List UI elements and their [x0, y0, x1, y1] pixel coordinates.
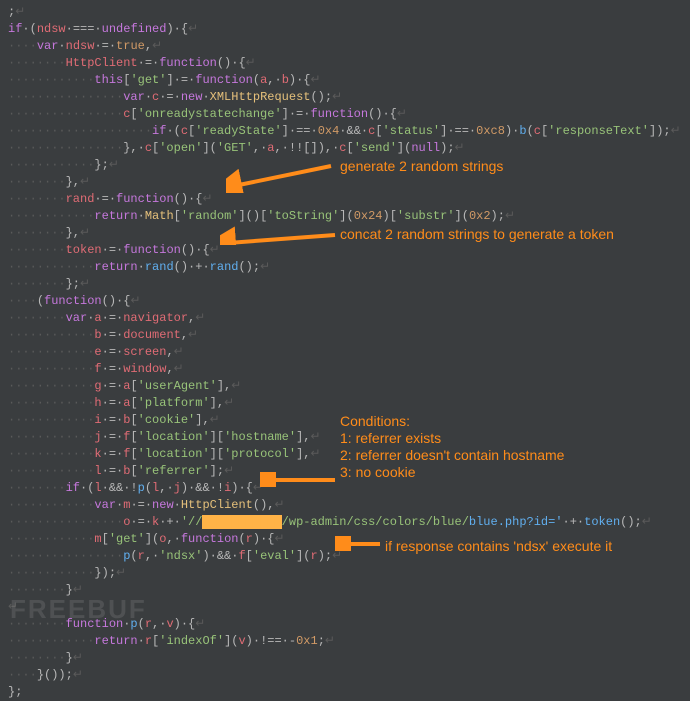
annotation-1: generate 2 random strings [340, 158, 503, 174]
annotation-2: concat 2 random strings to generate a to… [340, 226, 614, 242]
arrow-icon [226, 158, 336, 193]
watermark: FREEBUF [10, 594, 147, 625]
annotation-3: Conditions: 1: referrer exists 2: referr… [340, 413, 564, 481]
arrow-icon [220, 225, 338, 245]
arrow-icon [260, 472, 338, 487]
redacted-block: ███████████ [202, 515, 281, 529]
arrow-icon [335, 536, 383, 551]
annotation-4: if response contains 'ndsx' execute it [385, 538, 612, 554]
